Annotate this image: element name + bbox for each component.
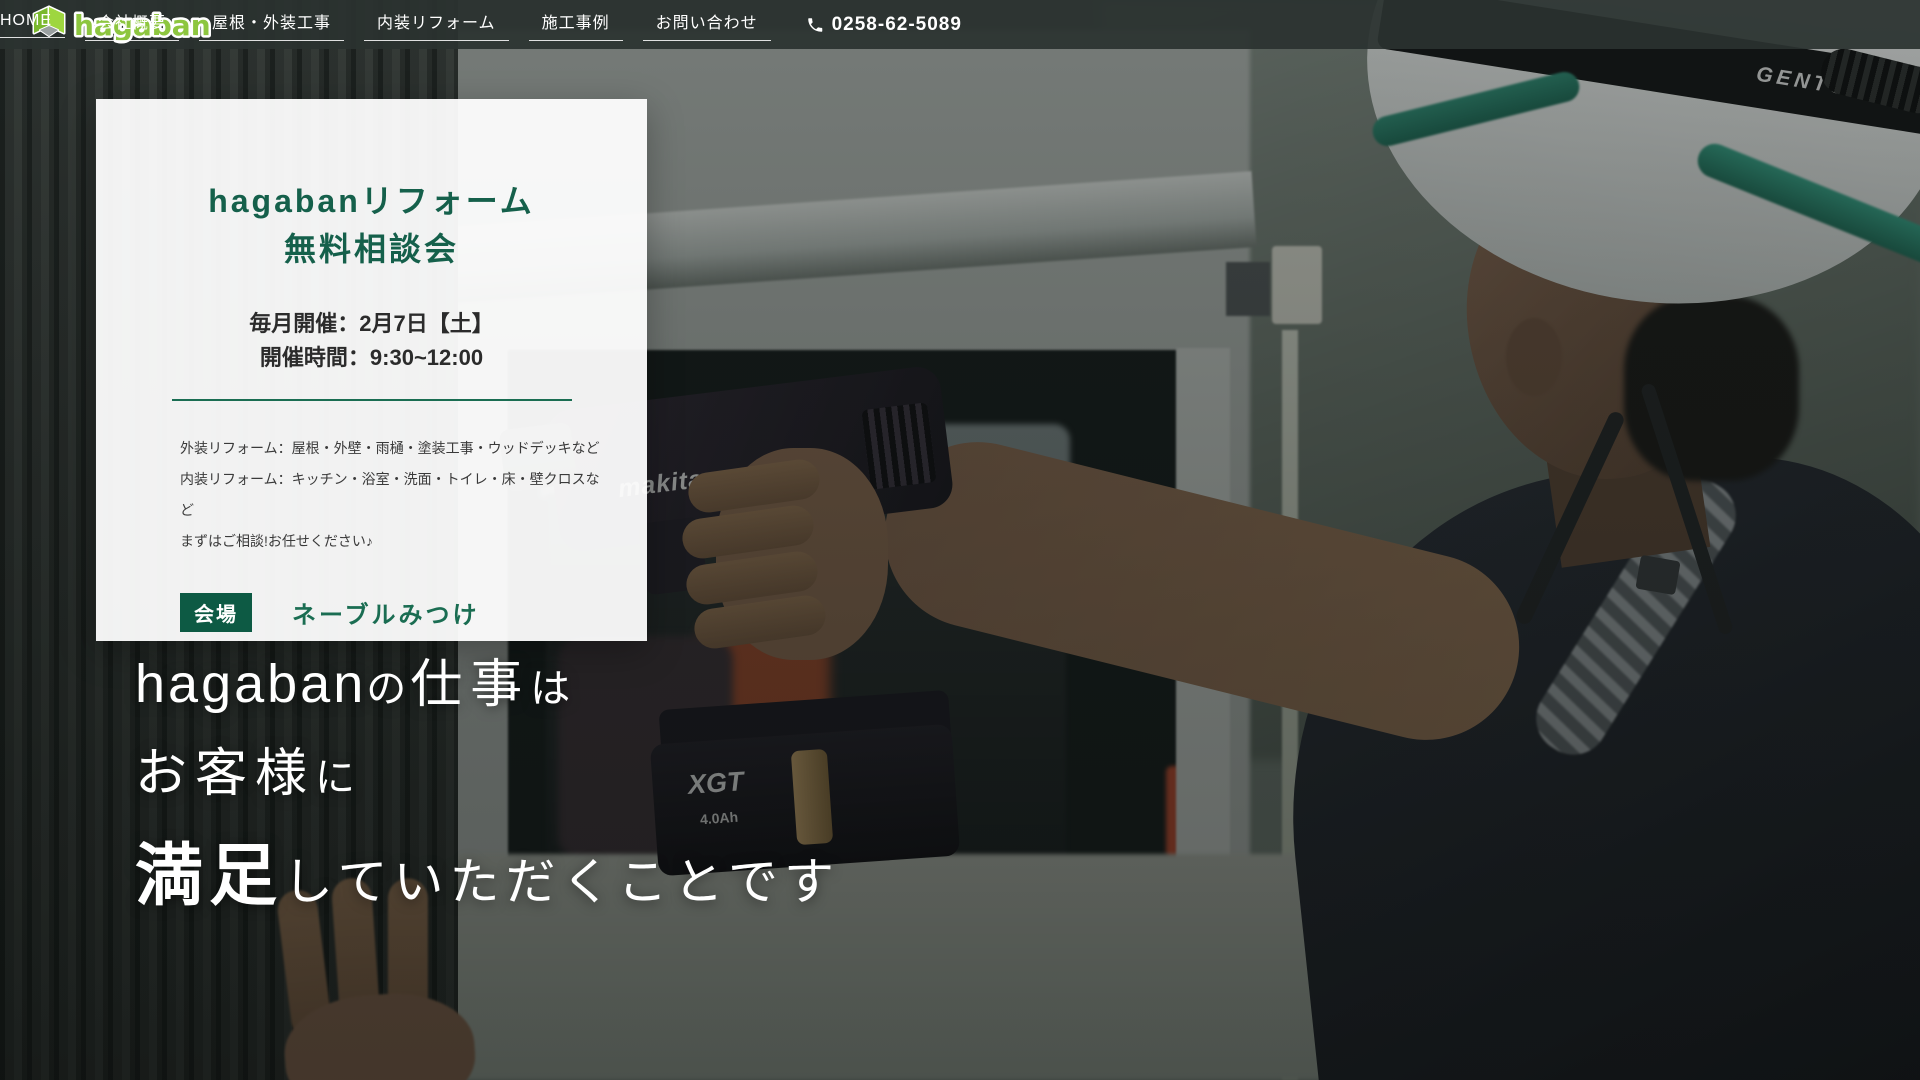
- nav-underline: [85, 40, 179, 41]
- promo-card: hagabanリフォーム 無料相談会 毎月開催：2月7日【土】 開催時間：9:3…: [96, 99, 647, 641]
- hero-line1-main: 仕事: [410, 642, 530, 717]
- hero-line1-brand: hagaban: [135, 653, 366, 715]
- promo-title-line2: 無料相談会: [96, 225, 647, 273]
- hero-line2-main: お客様: [135, 731, 315, 806]
- hero-copy-line1: hagaban の 仕事 は: [135, 642, 840, 717]
- nav-item-contact[interactable]: お問い合わせ: [656, 9, 758, 41]
- nav-underline: [643, 40, 771, 41]
- venue-badge: 会場: [180, 593, 252, 632]
- promo-venue-row: 会場 ネーブルみつけ: [180, 593, 647, 632]
- promo-detail-cta: まずはご相談!お任せください♪: [180, 526, 610, 557]
- phone-icon: [806, 16, 824, 34]
- hero-copy-line3: 満足 していただくことです: [135, 820, 840, 919]
- hero-section: GENTOS makita XGT 4.0Ah hagaban: [0, 0, 1920, 1080]
- promo-details: 外装リフォーム：屋根・外壁・雨樋・塗装工事・ウッドデッキなど 内装リフォーム：キ…: [180, 433, 610, 557]
- promo-schedule-date: 毎月開催：2月7日【土】: [96, 307, 647, 341]
- main-nav: HOME 会社概要 屋根・外装工事 内装リフォーム 施工事例 お問い合わせ: [0, 9, 758, 41]
- nav-item-roof-exterior[interactable]: 屋根・外装工事: [212, 9, 331, 41]
- nav-underline: [199, 40, 344, 41]
- nav-underline: [364, 40, 509, 41]
- phone-link[interactable]: 0258-62-5089: [806, 14, 962, 36]
- nav-item-interior-reform[interactable]: 内装リフォーム: [377, 9, 496, 41]
- promo-schedule-time: 開催時間：9:30~12:00: [96, 341, 647, 375]
- nav-underline: [529, 40, 623, 41]
- hero-line1-particle2: は: [530, 656, 574, 714]
- nav-item-works[interactable]: 施工事例: [542, 9, 610, 41]
- phone-number: 0258-62-5089: [832, 14, 962, 36]
- nav-underline: [0, 37, 65, 38]
- nav-item-company[interactable]: 会社概要: [98, 9, 166, 41]
- promo-detail-exterior: 外装リフォーム：屋根・外壁・雨樋・塗装工事・ウッドデッキなど: [180, 433, 610, 464]
- hero-line2-particle: に: [315, 745, 359, 803]
- promo-title-line1: hagabanリフォーム: [96, 177, 647, 225]
- hero-copy: hagaban の 仕事 は お客様 に 満足 していただくことです: [135, 642, 840, 933]
- promo-detail-interior: 内装リフォーム：キッチン・浴室・洗面・トイレ・床・壁クロスなど: [180, 464, 610, 526]
- nav-item-home[interactable]: HOME: [0, 12, 52, 38]
- hero-line3-emphasis: 満足: [135, 820, 283, 919]
- hero-copy-line2: お客様 に: [135, 731, 840, 806]
- top-navigation-bar: hagaban HOME 会社概要 屋根・外装工事 内装リフォーム 施工事例 お…: [0, 0, 1920, 49]
- promo-divider: [172, 399, 572, 401]
- hero-line1-particle1: の: [366, 656, 410, 714]
- venue-name: ネーブルみつけ: [292, 595, 480, 630]
- hero-line3-rest: していただくことです: [283, 842, 840, 914]
